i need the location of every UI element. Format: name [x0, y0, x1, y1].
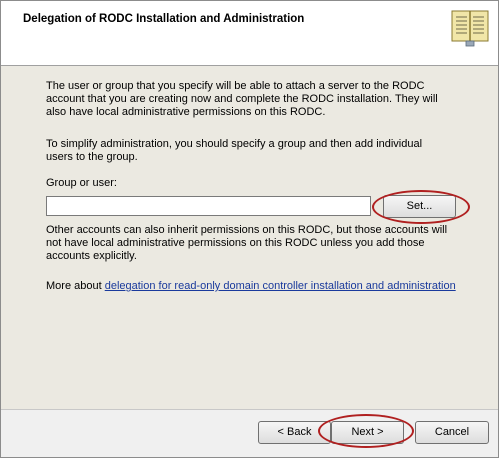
page-title: Delegation of RODC Installation and Admi…	[23, 13, 305, 25]
group-or-user-input[interactable]	[46, 196, 371, 216]
delegation-help-link[interactable]: delegation for read-only domain controll…	[105, 280, 456, 292]
description-text: The user or group that you specify will …	[46, 80, 438, 118]
group-advice-text: To simplify administration, you should s…	[46, 138, 423, 163]
group-or-user-label: Group or user:	[46, 177, 117, 189]
wizard-footer: < Back Next > Cancel	[1, 409, 498, 457]
wizard-window: Delegation of RODC Installation and Admi…	[0, 0, 499, 458]
cancel-button[interactable]: Cancel	[415, 421, 489, 444]
set-button[interactable]: Set...	[383, 195, 456, 218]
more-info: More about delegation for read-only doma…	[46, 280, 456, 292]
inherit-permissions-text: Other accounts can also inherit permissi…	[46, 224, 448, 262]
back-button[interactable]: < Back	[258, 421, 331, 444]
more-info-prefix: More about	[46, 280, 105, 292]
wizard-content: The user or group that you specify will …	[1, 66, 498, 409]
next-button[interactable]: Next >	[331, 421, 404, 444]
book-icon	[451, 10, 489, 47]
wizard-header: Delegation of RODC Installation and Admi…	[1, 1, 498, 66]
